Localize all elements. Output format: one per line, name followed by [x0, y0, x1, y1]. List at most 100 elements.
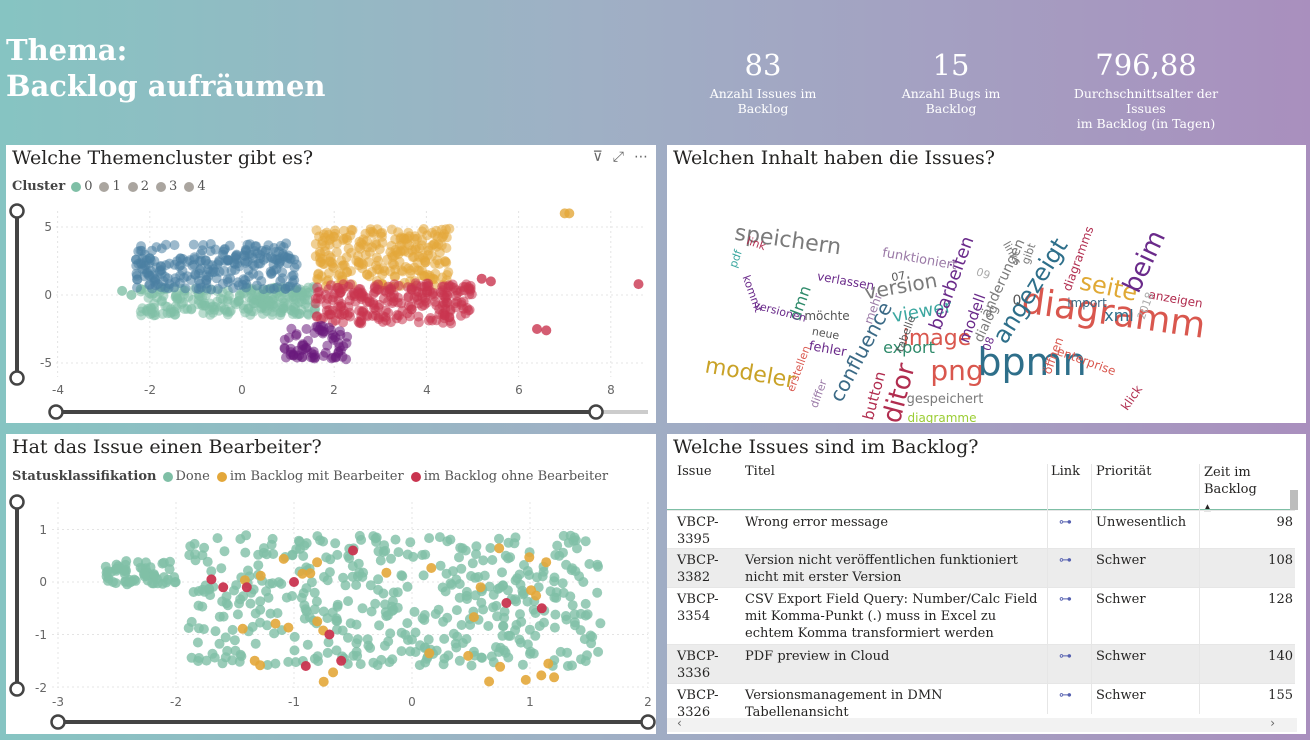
scatter-point[interactable]	[291, 329, 302, 340]
scatter-point-done[interactable]	[245, 598, 256, 609]
scatter-point-done[interactable]	[438, 659, 449, 670]
scatter-point-done[interactable]	[207, 648, 218, 659]
x-zoom-slider-handle[interactable]	[588, 404, 604, 420]
scatter-point-done[interactable]	[383, 636, 394, 647]
scatter-point[interactable]	[375, 228, 386, 239]
link-icon[interactable]: ⊶	[1059, 687, 1072, 704]
scatter-point-done[interactable]	[202, 556, 213, 567]
scatter-point-done[interactable]	[442, 612, 453, 623]
scatter-point-done[interactable]	[498, 621, 509, 632]
scatter-point-done[interactable]	[194, 653, 204, 663]
scatter-point-done[interactable]	[331, 615, 342, 626]
scatter-point[interactable]	[333, 282, 344, 293]
scatter-point-with-assignee[interactable]	[520, 674, 531, 685]
scatter-point-with-assignee[interactable]	[426, 563, 437, 573]
scatter-point-done[interactable]	[562, 661, 573, 671]
scatter-point-with-assignee[interactable]	[536, 670, 547, 681]
column-header-link[interactable]: Link	[1051, 464, 1080, 479]
scatter-point-without-assignee[interactable]	[324, 629, 335, 640]
scatter-point-done[interactable]	[585, 630, 596, 641]
scatter-point-done[interactable]	[454, 655, 465, 666]
scatter-point-done[interactable]	[188, 587, 199, 597]
wordcloud-word[interactable]: pdf	[727, 247, 746, 269]
scatter-point[interactable]	[327, 333, 338, 343]
scatter-point-done[interactable]	[370, 598, 381, 609]
scatter-point-done[interactable]	[193, 600, 204, 611]
scatter-point-done[interactable]	[218, 611, 229, 622]
scatter-point[interactable]	[179, 304, 190, 314]
link-icon[interactable]: ⊶	[1059, 552, 1072, 569]
scatter-point[interactable]	[417, 301, 428, 312]
scatter-point[interactable]	[386, 224, 397, 235]
scatter-point[interactable]	[240, 307, 251, 318]
scatter-point[interactable]	[157, 308, 168, 319]
scatter-point-done[interactable]	[439, 633, 450, 644]
horizontal-scrollbar[interactable]: ‹ ›	[667, 716, 1297, 732]
wordcloud-word[interactable]: beim	[1117, 226, 1172, 298]
scatter-point-done[interactable]	[452, 631, 463, 642]
scatter-point-done[interactable]	[343, 596, 354, 607]
scatter-point-done[interactable]	[352, 634, 363, 645]
scatter-point-done[interactable]	[424, 533, 435, 544]
scatter-point-done[interactable]	[318, 606, 329, 617]
wordcloud-word[interactable]: kommt	[740, 274, 766, 315]
scatter-point-done[interactable]	[418, 570, 429, 581]
scatter-point-without-assignee[interactable]	[289, 577, 299, 587]
scatter-point-done[interactable]	[510, 594, 521, 605]
scatter-point[interactable]	[311, 225, 322, 236]
scatter-point-done[interactable]	[119, 566, 129, 576]
scatter-point[interactable]	[161, 239, 171, 250]
wordcloud-word[interactable]: gespeichert	[907, 392, 984, 407]
scatter-point-done[interactable]	[262, 620, 273, 631]
scatter-point[interactable]	[248, 268, 259, 279]
scatter-point[interactable]	[343, 243, 354, 254]
scatter-point-done[interactable]	[221, 598, 232, 609]
scatter-point-done[interactable]	[321, 552, 332, 563]
scatter-point[interactable]	[313, 269, 324, 280]
scatter-point-done[interactable]	[488, 589, 499, 600]
scatter-point[interactable]	[407, 245, 418, 256]
scatter-point[interactable]	[346, 266, 356, 277]
scatter-point-done[interactable]	[497, 630, 508, 641]
scatter-point-done[interactable]	[319, 572, 329, 582]
scatter-point[interactable]	[419, 255, 430, 266]
scatter-point-done[interactable]	[387, 654, 398, 665]
scatter-point[interactable]	[266, 268, 277, 279]
scatter-point-done[interactable]	[557, 578, 568, 589]
scatter-point-done[interactable]	[445, 534, 456, 545]
scatter-point[interactable]	[300, 285, 311, 296]
cluster-chart-panel[interactable]: Welche Themencluster gibt es? ⊽ ⤢ ⋯ Clus…	[6, 145, 656, 423]
scatter-point-done[interactable]	[531, 572, 542, 583]
scatter-point-done[interactable]	[400, 629, 411, 640]
y-zoom-slider-handle[interactable]	[9, 681, 25, 697]
scatter-point-done[interactable]	[567, 600, 578, 611]
scatter-point-done[interactable]	[430, 609, 441, 619]
scatter-point-with-assignee[interactable]	[475, 582, 486, 593]
scatter-point-done[interactable]	[550, 550, 561, 560]
scatter-point[interactable]	[242, 239, 253, 250]
scatter-point-done[interactable]	[374, 620, 385, 631]
scatter-point-done[interactable]	[390, 534, 401, 545]
scatter-point[interactable]	[389, 289, 399, 300]
scatter-point-done[interactable]	[561, 559, 572, 570]
scatter-point-done[interactable]	[466, 660, 477, 671]
scatter-point-with-assignee[interactable]	[318, 676, 329, 687]
scatter-point-done[interactable]	[494, 533, 504, 544]
scatter-point-done[interactable]	[549, 576, 560, 587]
scatter-point[interactable]	[197, 300, 208, 311]
scatter-point[interactable]	[278, 297, 289, 308]
scatter-point-done[interactable]	[409, 606, 420, 617]
scatter-point[interactable]	[338, 235, 349, 246]
scatter-point-done[interactable]	[550, 609, 561, 620]
scatter-point-done[interactable]	[560, 611, 571, 621]
scatter-point[interactable]	[225, 273, 236, 284]
scatter-point-done[interactable]	[322, 647, 333, 658]
scatter-point[interactable]	[263, 240, 274, 251]
scatter-point-done[interactable]	[124, 577, 135, 588]
scatter-point-done[interactable]	[570, 566, 581, 577]
scatter-point-done[interactable]	[186, 616, 197, 627]
scatter-point-with-assignee[interactable]	[549, 672, 560, 683]
scatter-point[interactable]	[213, 257, 224, 268]
scatter-point[interactable]	[319, 259, 330, 269]
scatter-point-with-assignee[interactable]	[297, 568, 308, 579]
